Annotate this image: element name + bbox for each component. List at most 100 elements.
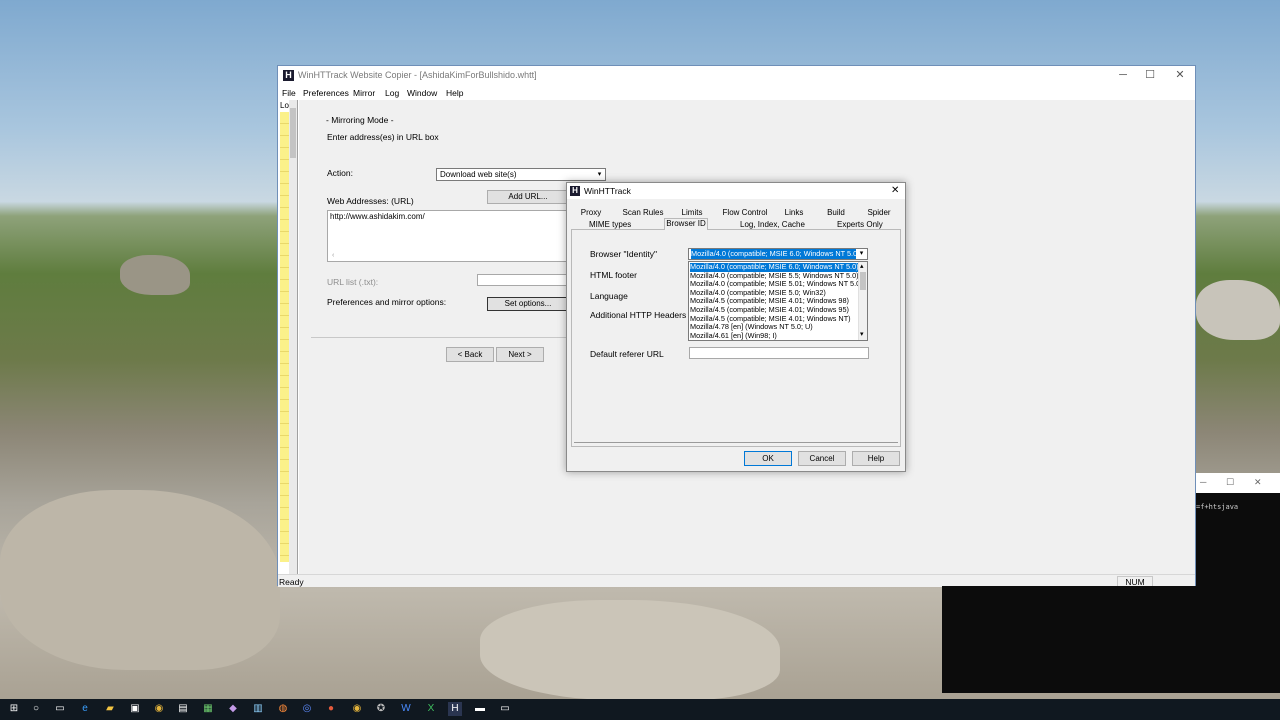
url-list-label: URL list (.txt): [327, 277, 379, 287]
console-close-button[interactable]: ✕ [1254, 477, 1262, 488]
window-title: WinHTTrack Website Copier - [AshidaKimFo… [298, 70, 537, 80]
tab-mime-types[interactable]: MIME types [589, 220, 631, 229]
menu-file[interactable]: File [282, 88, 296, 98]
dropdown-scrollbar-thumb[interactable] [860, 272, 866, 290]
chevron-up-icon[interactable]: ▴ [860, 262, 864, 270]
app-icon[interactable]: ◍ [276, 702, 290, 716]
app-icon[interactable]: ▬ [473, 702, 487, 716]
file-explorer-icon[interactable]: ▰ [103, 702, 117, 716]
dropdown-scrollbar[interactable]: ▴ ▾ [858, 262, 867, 340]
background-rock [480, 600, 780, 700]
cancel-button[interactable]: Cancel [798, 451, 846, 466]
log-pane-header: Lo [280, 101, 289, 110]
chevron-down-icon[interactable]: ▾ [860, 330, 864, 338]
task-view-icon[interactable]: ▭ [53, 702, 67, 716]
dialog-title: WinHTTrack [584, 186, 631, 196]
search-icon[interactable]: ○ [29, 702, 43, 716]
browser-identity-combobox[interactable]: Mozilla/4.0 (compatible; MSIE 6.0; Windo… [688, 248, 868, 260]
dropdown-item[interactable]: Mozilla/4.61 [en] (Win98; I) [690, 332, 858, 340]
httrack-app-icon: H [570, 186, 580, 196]
tab-scan-rules[interactable]: Scan Rules [622, 208, 664, 217]
dropdown-item[interactable]: Mozilla/4.5 (compatible; MSIE 4.01; Wind… [690, 315, 858, 324]
app-icon[interactable]: ✪ [374, 702, 388, 716]
app-icon[interactable]: ◆ [226, 702, 240, 716]
word-icon[interactable]: W [399, 702, 413, 716]
store-icon[interactable]: ▣ [128, 702, 142, 716]
log-pane: Lo [279, 100, 298, 574]
background-rock [0, 490, 280, 670]
tab-log-index-cache[interactable]: Log, Index, Cache [740, 220, 805, 229]
log-strip [280, 112, 289, 562]
menu-log[interactable]: Log [385, 88, 399, 98]
referer-field[interactable] [689, 347, 869, 359]
tab-experts-only[interactable]: Experts Only [837, 220, 883, 229]
browser-identity-dropdown[interactable]: Mozilla/4.0 (compatible; MSIE 6.0; Windo… [688, 261, 868, 341]
console-minimize-button[interactable]: ─ [1200, 477, 1206, 487]
httrack-icon[interactable]: H [448, 702, 462, 716]
log-scrollbar-thumb[interactable] [290, 108, 296, 158]
browser-identity-value: Mozilla/4.0 (compatible; MSIE 6.0; Windo… [691, 249, 856, 259]
next-button[interactable]: Next > [496, 347, 544, 362]
terminal-icon[interactable]: ▦ [201, 702, 215, 716]
html-footer-label: HTML footer [590, 270, 637, 280]
title-bar: H WinHTTrack Website Copier - [AshidaKim… [278, 66, 1195, 86]
web-addresses-label: Web Addresses: (URL) [327, 196, 414, 206]
app-icon[interactable]: ▥ [251, 702, 265, 716]
log-scrollbar[interactable] [289, 100, 297, 574]
add-url-button[interactable]: Add URL... [487, 190, 569, 204]
http-headers-label: Additional HTTP Headers [590, 310, 687, 320]
close-button[interactable]: ✕ [1169, 68, 1191, 83]
dropdown-item[interactable]: Mozilla/4.5 (compatible; MSIE 4.01; Wind… [690, 306, 858, 315]
background-rock [120, 255, 190, 295]
windows-start-icon[interactable]: ⊞ [7, 702, 21, 716]
dropdown-item[interactable]: Mozilla/4.78 [en] (Windows NT 5.0; U) [690, 323, 858, 332]
chrome-icon[interactable]: ◉ [152, 702, 166, 716]
mirroring-mode-heading: - Mirroring Mode - [326, 115, 394, 125]
tab-links[interactable]: Links [784, 208, 804, 217]
app-icon[interactable]: ▤ [176, 702, 190, 716]
dialog-close-button[interactable]: ✕ [891, 185, 899, 196]
menu-help[interactable]: Help [446, 88, 463, 98]
console-maximize-button[interactable]: ☐ [1226, 477, 1234, 488]
excel-icon[interactable]: X [424, 702, 438, 716]
ok-button[interactable]: OK [744, 451, 792, 466]
console-title-bar: ─ ☐ ✕ [1196, 473, 1280, 493]
app-icon[interactable]: ▭ [498, 702, 512, 716]
tab-proxy[interactable]: Proxy [579, 208, 603, 217]
set-options-button[interactable]: Set options... [487, 297, 569, 311]
app-icon[interactable]: ● [324, 702, 338, 716]
app-icon[interactable]: ◎ [300, 702, 314, 716]
separator [311, 337, 571, 338]
back-button[interactable]: < Back [446, 347, 494, 362]
chevron-down-icon[interactable]: ▾ [857, 249, 866, 258]
dropdown-item[interactable]: Mozilla/4.0 (compatible; MSIE 5.0; Win32… [690, 289, 858, 298]
dropdown-item[interactable]: Mozilla/4.0 (compatible; MSIE 5.5; Windo… [690, 272, 858, 281]
instruction-text: Enter address(es) in URL box [327, 132, 439, 142]
menu-preferences[interactable]: Preferences [303, 88, 349, 98]
language-label: Language [590, 291, 628, 301]
background-rock [1196, 280, 1280, 340]
httrack-app-icon: H [283, 70, 294, 81]
tab-browser-id[interactable]: Browser ID [664, 218, 708, 230]
chrome-icon[interactable]: ◉ [350, 702, 364, 716]
menu-window[interactable]: Window [407, 88, 437, 98]
tab-limits[interactable]: Limits [680, 208, 704, 217]
url-text: http://www.ashidakim.com/ [330, 212, 425, 221]
dropdown-item[interactable]: Mozilla/4.5 (compatible; MSIE 4.01; Wind… [690, 297, 858, 306]
url-list-field[interactable] [477, 274, 569, 286]
dropdown-item[interactable]: Mozilla/4.0 (compatible; MSIE 5.01; Wind… [690, 280, 858, 289]
maximize-button[interactable]: ☐ [1139, 68, 1161, 83]
tab-build[interactable]: Build [826, 208, 846, 217]
scroll-left-icon[interactable]: ‹ [332, 252, 334, 259]
dropdown-item[interactable]: Mozilla/4.0 (compatible; MSIE 6.0; Windo… [690, 263, 858, 272]
edge-icon[interactable]: e [78, 702, 92, 716]
tab-flow-control[interactable]: Flow Control [722, 208, 768, 217]
panel-bottom-line [574, 442, 898, 443]
minimize-button[interactable]: ─ [1112, 68, 1134, 83]
taskbar: ⊞ ○ ▭ e ▰ ▣ ◉ ▤ ▦ ◆ ▥ ◍ ◎ ● ◉ ✪ W X H ▬ … [0, 699, 1280, 720]
url-textarea[interactable]: http://www.ashidakim.com/ ‹ [327, 210, 569, 262]
tab-spider[interactable]: Spider [867, 208, 891, 217]
menu-mirror[interactable]: Mirror [353, 88, 375, 98]
action-select[interactable]: Download web site(s) ▾ [436, 168, 606, 181]
help-button[interactable]: Help [852, 451, 900, 466]
